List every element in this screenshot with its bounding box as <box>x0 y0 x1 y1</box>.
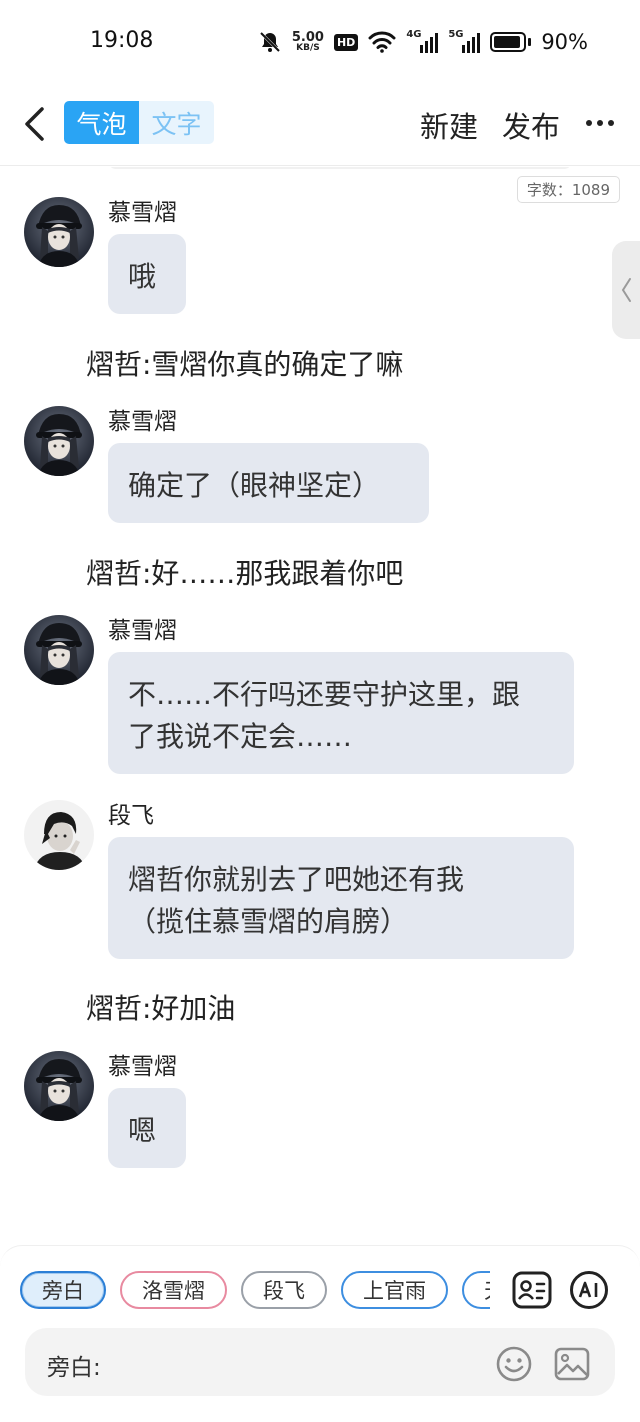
signal-5g-label: 5G <box>448 29 464 40</box>
hd-badge: HD <box>333 33 359 51</box>
top-bar: 气泡 文字 新建 发布 <box>0 84 640 166</box>
emoji-icon[interactable] <box>496 1346 532 1382</box>
side-drawer-handle[interactable] <box>612 241 640 339</box>
chat-area[interactable]: 字数：1089 慕雪熠 哦 熠哲:雪熠你真的确定了嘛 慕雪熠 确定了（眼神坚定）… <box>0 167 640 1245</box>
message-text-line: 不……不行吗还要守护这里，跟 <box>128 678 521 711</box>
role-chip[interactable]: 上官雨 <box>341 1271 448 1309</box>
tab-bubble[interactable]: 气泡 <box>64 101 139 144</box>
signal-5g-icon: 5G <box>448 29 481 53</box>
battery-percent: 90% <box>541 30 588 54</box>
previous-bubble-edge <box>108 167 572 169</box>
message-input-row[interactable]: 旁白: <box>25 1328 615 1396</box>
speaker-name: 慕雪熠 <box>108 618 177 644</box>
new-button[interactable]: 新建 <box>420 104 478 146</box>
more-dot-icon <box>586 120 592 126</box>
message-bubble[interactable]: 确定了（眼神坚定） <box>108 443 429 523</box>
speaker-name: 段飞 <box>108 803 154 829</box>
status-time: 19:08 <box>90 28 154 53</box>
more-dot-icon <box>608 120 614 126</box>
role-chip[interactable]: 洛雪熠 <box>120 1271 227 1309</box>
speaker-name: 慕雪熠 <box>108 1054 177 1080</box>
input-role-label: 旁白: <box>47 1355 101 1381</box>
image-icon[interactable] <box>554 1346 590 1382</box>
screen: 19:08 5.00 KB/S HD 4G 5G 90% 气泡 文字 新建 发布… <box>0 0 640 1422</box>
avatar[interactable] <box>24 1051 94 1121</box>
status-bar: 19:08 5.00 KB/S HD 4G 5G 90% <box>0 0 640 84</box>
message-text-line: （揽住慕雪熠的肩膀） <box>128 905 409 938</box>
message-bubble[interactable]: 不……不行吗还要守护这里，跟 了我说不定会…… <box>108 652 574 774</box>
message-input[interactable] <box>111 1344 491 1380</box>
avatar[interactable] <box>24 406 94 476</box>
ai-icon <box>570 1271 608 1309</box>
ai-button[interactable] <box>569 1270 609 1310</box>
narration-line[interactable]: 熠哲:雪熠你真的确定了嘛 <box>86 343 403 383</box>
role-selector[interactable]: 旁白 洛雪熠 段飞 上官雨 天 <box>20 1271 490 1309</box>
net-speed-indicator: 5.00 KB/S <box>292 31 324 53</box>
role-chip[interactable]: 天 <box>462 1271 490 1309</box>
message-bubble[interactable]: 熠哲你就别去了吧她还有我 （揽住慕雪熠的肩膀） <box>108 837 574 959</box>
signal-4g-label: 4G <box>406 29 422 40</box>
message-text-line: 熠哲你就别去了吧她还有我 <box>128 863 465 896</box>
more-button[interactable] <box>586 120 614 126</box>
narration-line[interactable]: 熠哲:好加油 <box>86 987 235 1027</box>
mode-toggle: 气泡 文字 <box>64 101 214 144</box>
signal-4g-icon: 4G <box>406 29 439 53</box>
battery-icon <box>490 32 532 52</box>
avatar[interactable] <box>24 800 94 870</box>
composer: 旁白 洛雪熠 段飞 上官雨 天 旁白: <box>0 1245 640 1422</box>
character-card-button[interactable] <box>512 1270 552 1310</box>
wifi-icon <box>368 31 396 53</box>
chevron-left-icon <box>621 278 631 302</box>
narration-line[interactable]: 熠哲:好……那我跟着你吧 <box>86 552 403 592</box>
more-dot-icon <box>597 120 603 126</box>
role-chip[interactable]: 段飞 <box>241 1271 327 1309</box>
word-count-badge: 字数：1089 <box>516 176 620 203</box>
speaker-name: 慕雪熠 <box>108 409 177 435</box>
role-chip[interactable]: 旁白 <box>20 1271 106 1309</box>
message-bubble[interactable]: 哦 <box>108 234 186 314</box>
avatar[interactable] <box>24 197 94 267</box>
net-speed-unit: KB/S <box>296 43 320 53</box>
back-button[interactable] <box>20 104 48 144</box>
chevron-left-icon <box>25 107 44 141</box>
message-text-line: 了我说不定会…… <box>128 720 353 753</box>
publish-button[interactable]: 发布 <box>502 104 560 146</box>
message-bubble[interactable]: 嗯 <box>108 1088 186 1168</box>
avatar[interactable] <box>24 615 94 685</box>
bell-muted-icon <box>259 31 280 53</box>
status-icons: 5.00 KB/S HD 4G 5G 90% <box>258 28 588 56</box>
speaker-name: 慕雪熠 <box>108 200 177 226</box>
tab-text[interactable]: 文字 <box>139 101 214 144</box>
contact-card-icon <box>512 1271 552 1309</box>
